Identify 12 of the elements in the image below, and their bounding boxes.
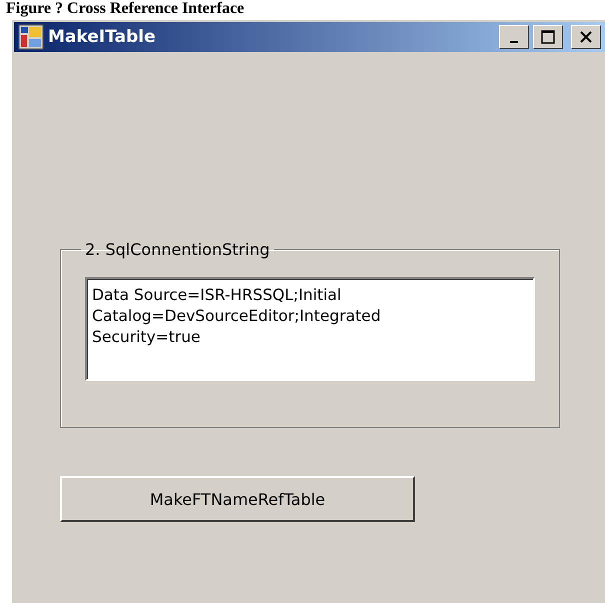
- make-table-button[interactable]: MakeFTNameRefTable: [60, 476, 415, 522]
- group-label: 2. SqlConnentionString: [84, 240, 271, 259]
- window-title: MakeITable: [48, 27, 156, 47]
- app-icon: [18, 24, 44, 50]
- close-icon: [579, 30, 593, 44]
- connection-string-field[interactable]: Data Source=ISR-HRSSQL;Initial Catalog=DevSourceEditor;Integrated Security=true: [85, 277, 535, 381]
- maximize-icon: [541, 30, 555, 44]
- minimize-icon: [510, 41, 518, 43]
- figure-caption: Figure ? Cross Reference Interface: [5, 0, 244, 18]
- close-button[interactable]: [571, 25, 601, 49]
- minimize-button[interactable]: [499, 25, 529, 49]
- maximize-button[interactable]: [533, 25, 563, 49]
